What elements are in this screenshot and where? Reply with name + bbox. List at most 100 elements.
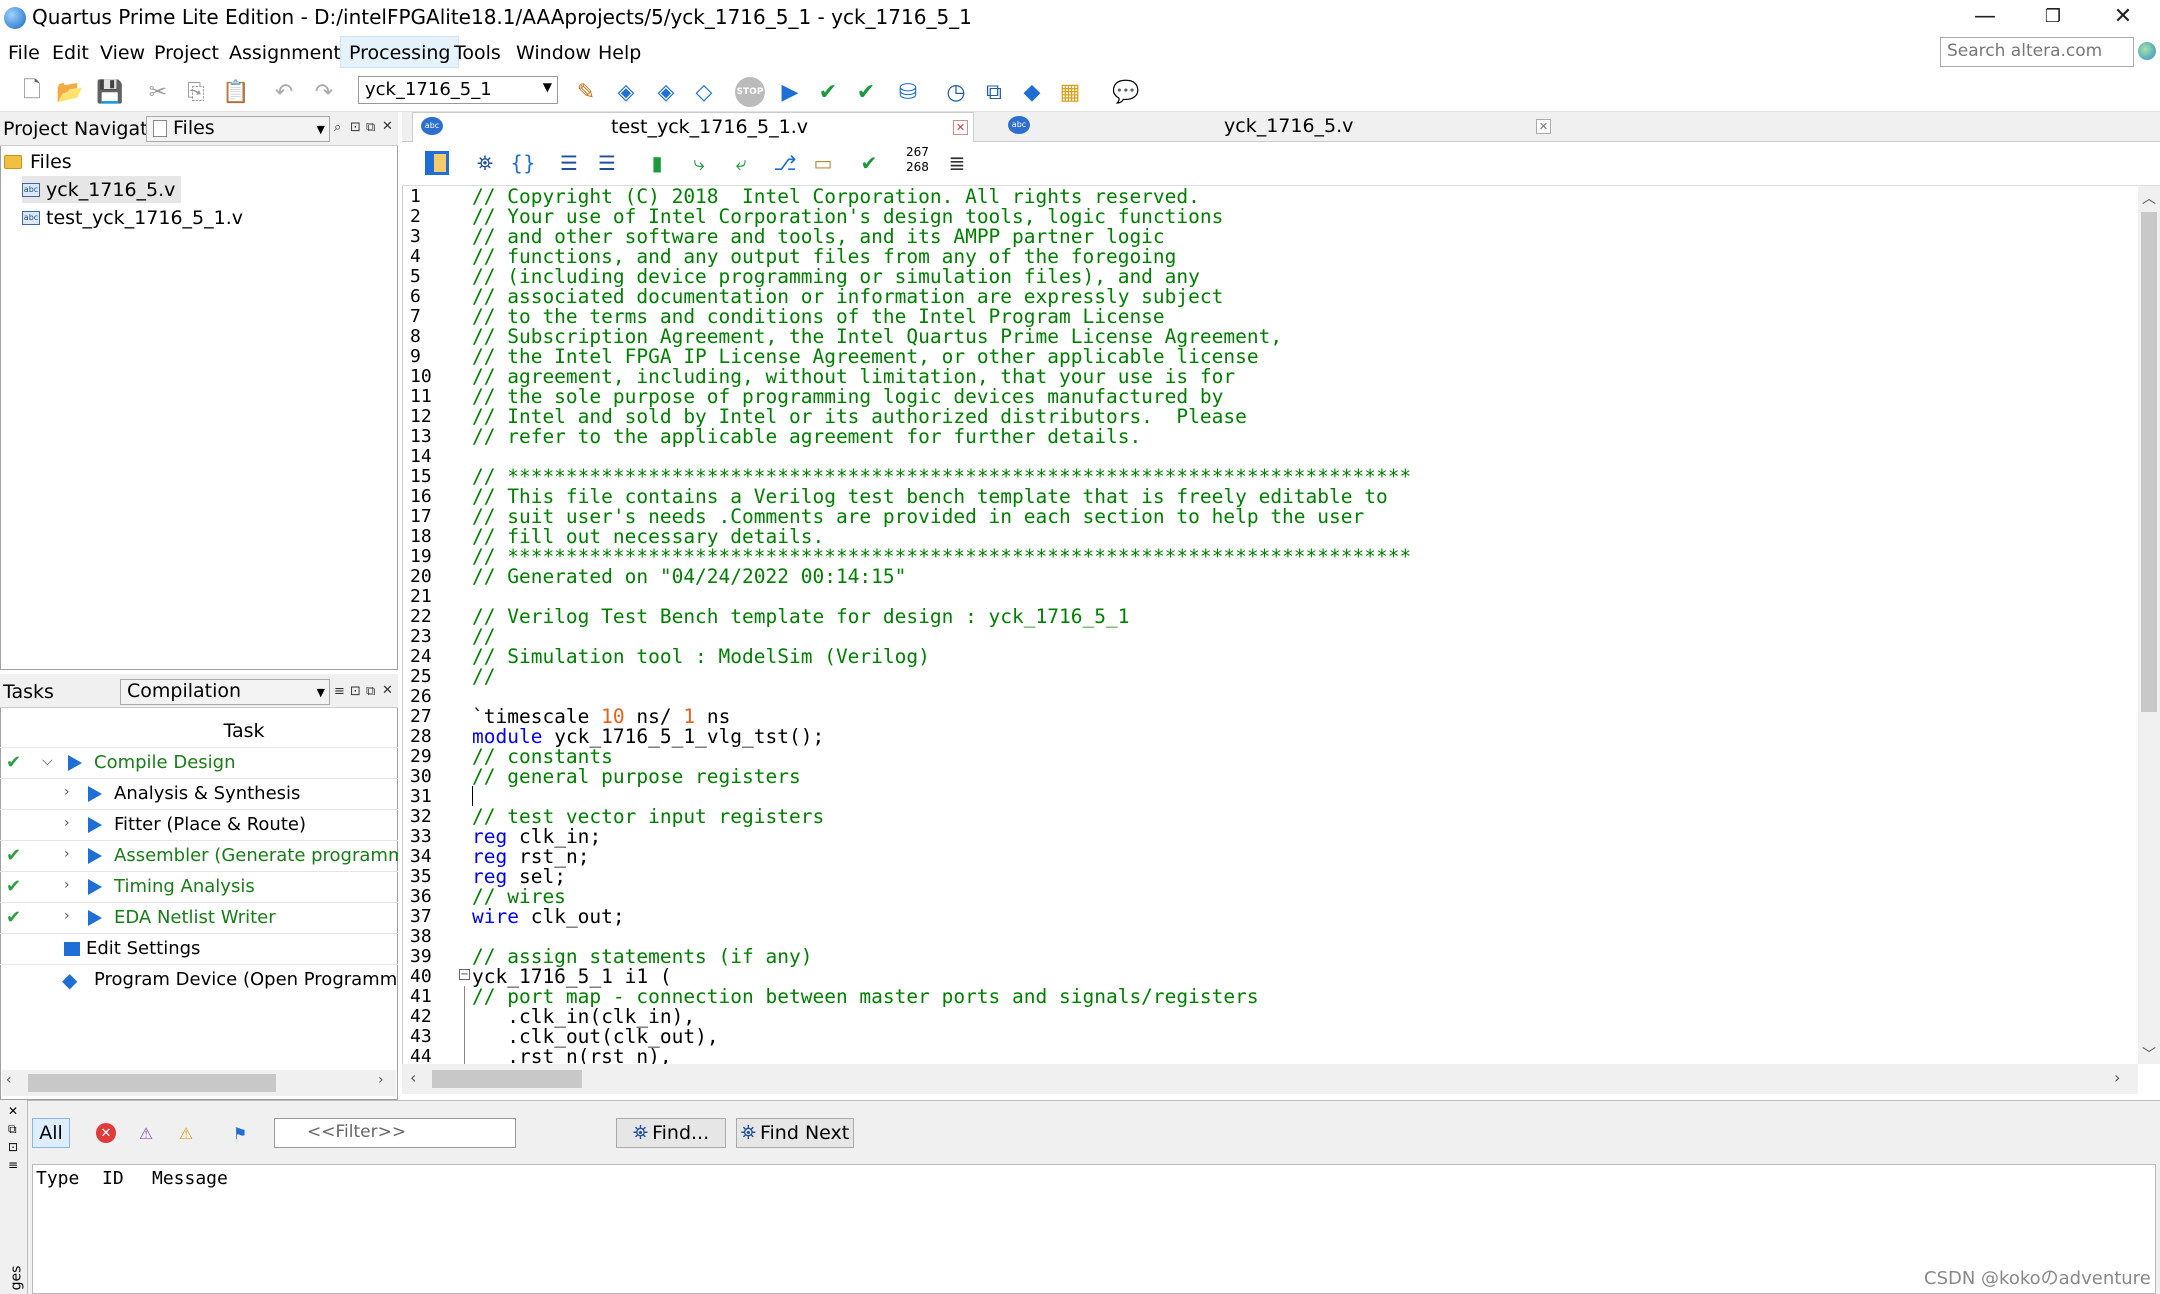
task-row-assembler[interactable]: ✔ › Assembler (Generate programming <box>0 840 398 871</box>
line-counter[interactable]: 267 268 <box>906 145 929 175</box>
task-column-header[interactable]: Task <box>0 716 398 746</box>
task-row-timing-analysis[interactable]: ✔ › Timing Analysis <box>0 871 398 902</box>
float-icon[interactable]: ⧉ <box>366 684 375 699</box>
tab-test-yck[interactable]: abc test_yck_1716_5_1.v ✕ <box>412 112 974 142</box>
find-button[interactable]: ⛯ Find... <box>616 1118 726 1148</box>
open-folder-icon[interactable]: 📂 <box>54 76 86 108</box>
layout-icon[interactable] <box>422 148 452 178</box>
column-type[interactable]: Type <box>36 1168 80 1189</box>
revision-select[interactable]: yck_1716_5_1 ▼ <box>358 76 558 104</box>
task-row-analysis-synthesis[interactable]: › Analysis & Synthesis <box>0 778 398 809</box>
close-panel-icon[interactable]: ✕ <box>382 683 393 698</box>
editor-horizontal-scrollbar[interactable] <box>402 1064 2138 1094</box>
assignment-editor-icon[interactable]: ◈ <box>610 76 642 108</box>
tree-file-test[interactable]: abc test_yck_1716_5_1.v <box>22 204 243 231</box>
find-binoculars-icon[interactable]: ⛯ <box>470 148 500 178</box>
save-icon[interactable]: 💾 <box>94 76 126 108</box>
play-icon[interactable] <box>88 910 102 926</box>
play-icon[interactable] <box>88 879 102 895</box>
editor-vertical-thumb[interactable] <box>2141 212 2157 712</box>
start-compilation-icon[interactable]: ▶ <box>774 76 806 108</box>
task-row-program-device[interactable]: ◆ Program Device (Open Programmer) <box>0 964 398 995</box>
settings-icon[interactable]: ◈ <box>650 76 682 108</box>
menu-processing[interactable]: Processing <box>340 36 460 68</box>
timing-analyzer-icon[interactable]: ◷ <box>940 76 972 108</box>
pin-icon[interactable]: ⊡ <box>350 120 361 135</box>
tasks-scroll-thumb[interactable] <box>28 1074 276 1092</box>
paste-icon[interactable]: 📋 <box>220 76 252 108</box>
tree-file-yck[interactable]: abc yck_1716_5.v <box>22 176 182 203</box>
new-file-icon[interactable]: 🗋 <box>16 76 48 108</box>
redo-icon[interactable]: ↷ <box>308 76 340 108</box>
pin-planner-icon[interactable]: ✎ <box>570 76 602 108</box>
tree-root-files[interactable]: Files <box>4 148 72 175</box>
message-filter-input[interactable]: <<Filter>> <box>274 1118 516 1148</box>
task-row-edit-settings[interactable]: Edit Settings <box>0 933 398 964</box>
pin-icon[interactable]: ⊡ <box>8 1140 18 1154</box>
indent-icon[interactable]: ☰ <box>554 148 584 178</box>
float-icon[interactable]: ⧉ <box>366 120 375 135</box>
wrap-lines-icon[interactable]: ≣ <box>942 148 972 178</box>
menu-file[interactable]: File <box>0 37 48 69</box>
template-icon[interactable]: ▭ <box>808 148 838 178</box>
editor-horizontal-thumb[interactable] <box>432 1070 582 1088</box>
menu-lines-icon[interactable]: ≡ <box>334 684 345 699</box>
play-icon[interactable] <box>88 786 102 802</box>
menu-help[interactable]: Help <box>590 37 649 69</box>
close-tab-icon[interactable]: ✕ <box>953 120 968 135</box>
task-row-eda-netlist[interactable]: ✔ › EDA Netlist Writer <box>0 902 398 933</box>
column-id[interactable]: ID <box>102 1168 124 1189</box>
minimize-button[interactable]: — <box>1954 0 2016 36</box>
navigator-view-select[interactable]: Files ▼ <box>146 116 330 142</box>
netlist-viewer-icon[interactable]: ⧉ <box>978 76 1010 108</box>
scroll-left-icon[interactable]: ‹ <box>410 1068 416 1087</box>
menu-view[interactable]: View <box>92 37 153 69</box>
scroll-left-icon[interactable]: ‹ <box>6 1072 12 1088</box>
critical-warning-filter-icon[interactable]: ⚠ <box>132 1120 160 1146</box>
stop-icon[interactable]: STOP <box>734 76 766 108</box>
find-next-button[interactable]: ⛯ Find Next <box>736 1118 854 1148</box>
play-icon[interactable] <box>88 848 102 864</box>
close-window-button[interactable]: ✕ <box>2092 0 2154 36</box>
copy-icon[interactable]: ⎘ <box>180 76 212 108</box>
next-bookmark-icon[interactable]: ⤷ <box>684 148 714 178</box>
messages-table[interactable] <box>32 1164 2156 1294</box>
chevron-right-icon[interactable]: › <box>64 815 70 831</box>
search-icon[interactable]: ⌕ <box>334 120 341 135</box>
platform-designer-icon[interactable]: ▦ <box>1054 76 1086 108</box>
close-tab-icon[interactable]: ✕ <box>1536 119 1551 134</box>
globe-icon[interactable] <box>2138 42 2156 60</box>
restore-button[interactable]: ❐ <box>2022 0 2084 36</box>
menu-assignments[interactable]: Assignments <box>221 37 359 69</box>
task-row-compile-design[interactable]: ✔ ⌵ Compile Design <box>0 747 398 778</box>
programmer-icon[interactable]: ◆ <box>1016 76 1048 108</box>
scroll-down-icon[interactable]: ﹀ <box>2142 1044 2156 1064</box>
pin-assign-icon[interactable]: ◇ <box>688 76 720 108</box>
bookmark-icon[interactable]: ▮ <box>642 148 672 178</box>
menu-lines-icon[interactable]: ≡ <box>8 1158 18 1172</box>
suppress-filter-icon[interactable]: ⚑ <box>226 1120 254 1146</box>
error-filter-icon[interactable]: ✕ <box>92 1120 120 1146</box>
prev-bookmark-icon[interactable]: ⤶ <box>726 148 756 178</box>
braces-icon[interactable]: {} <box>508 148 538 178</box>
undo-icon[interactable]: ↶ <box>268 76 300 108</box>
fold-toggle-icon[interactable]: − <box>459 969 470 980</box>
scroll-right-icon[interactable]: › <box>2114 1068 2120 1087</box>
verify-icon[interactable]: ✔ <box>854 148 884 178</box>
menu-project[interactable]: Project <box>146 37 227 69</box>
chevron-right-icon[interactable]: › <box>64 846 70 862</box>
close-panel-icon[interactable]: ✕ <box>8 1104 18 1118</box>
close-panel-icon[interactable]: ✕ <box>382 119 393 134</box>
pin-icon[interactable]: ⊡ <box>350 684 361 699</box>
chevron-down-icon[interactable]: ⌵ <box>42 753 53 769</box>
play-icon[interactable] <box>88 817 102 833</box>
attach-icon[interactable]: ⎇ <box>770 148 800 178</box>
chevron-right-icon[interactable]: › <box>64 908 70 924</box>
menu-tools[interactable]: Tools <box>446 37 509 69</box>
tasks-flow-select[interactable]: Compilation ▼ <box>120 679 330 705</box>
analysis-elaboration-icon[interactable]: ✔ <box>812 76 844 108</box>
chevron-right-icon[interactable]: › <box>64 784 70 800</box>
scroll-right-icon[interactable]: › <box>378 1072 384 1088</box>
task-row-fitter[interactable]: › Fitter (Place & Route) <box>0 809 398 840</box>
chip-planner-icon[interactable]: ⛁ <box>892 76 924 108</box>
